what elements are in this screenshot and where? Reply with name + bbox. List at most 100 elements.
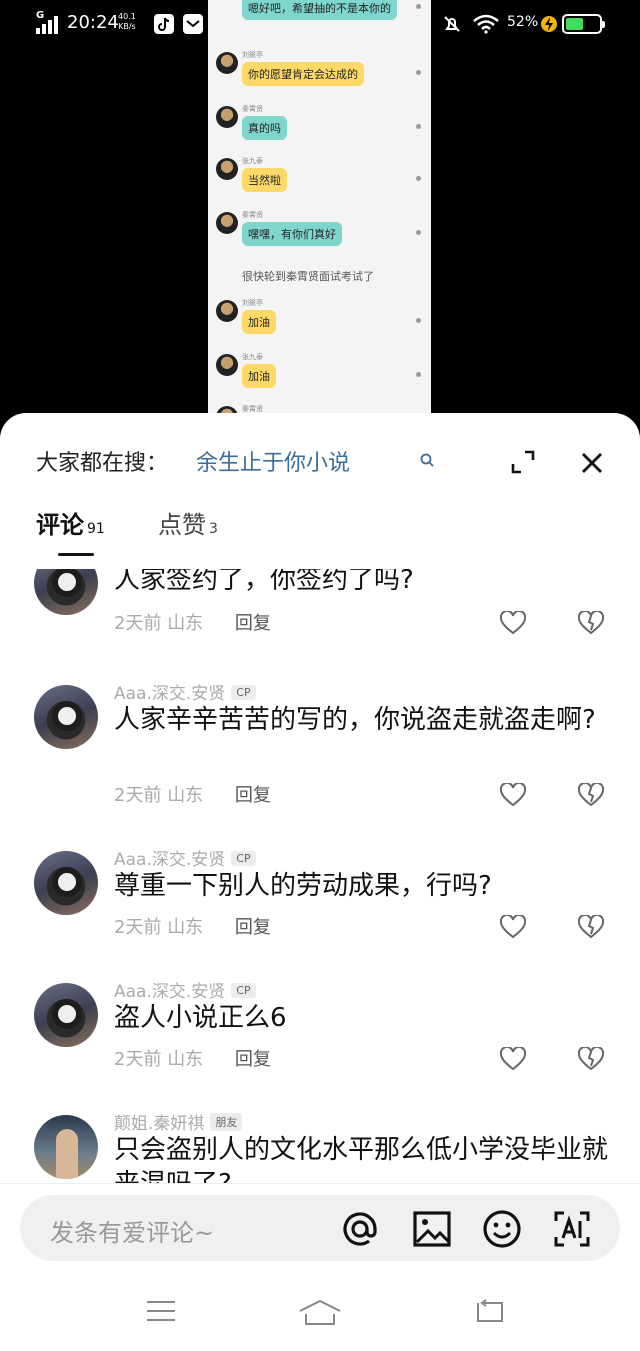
reply-button[interactable]: 回复 bbox=[235, 785, 271, 806]
comment-location: 山东 bbox=[167, 613, 204, 634]
mute-bell-icon bbox=[444, 16, 460, 32]
comment-username[interactable]: Aaa.深交.安贤 CP bbox=[114, 977, 256, 1002]
home-icon[interactable] bbox=[298, 1299, 342, 1327]
comment-meta: 2天前 山东 回复 bbox=[114, 781, 271, 807]
chat-message: 嗯好吧，希望抽的不是本你的 bbox=[208, 0, 431, 26]
comment-username[interactable]: 颠姐.秦妍祺 朋友 bbox=[114, 1109, 243, 1134]
chat-read-dot bbox=[416, 318, 421, 323]
search-icon[interactable] bbox=[420, 453, 434, 467]
divider bbox=[0, 1183, 640, 1184]
friend-badge: 朋友 bbox=[210, 1113, 243, 1131]
chat-bubble: 加油 bbox=[242, 364, 276, 388]
speed-unit: KB/s bbox=[118, 22, 136, 31]
avatar[interactable] bbox=[34, 569, 98, 615]
chat-system-text: 很快轮到秦霄贤面试考试了 bbox=[242, 270, 374, 283]
signal-icon: G bbox=[36, 10, 62, 34]
cp-badge: CP bbox=[231, 983, 256, 998]
heart-icon[interactable] bbox=[500, 611, 526, 635]
chat-read-dot bbox=[416, 124, 421, 129]
broken-heart-icon[interactable] bbox=[578, 1047, 604, 1071]
avatar[interactable] bbox=[34, 983, 98, 1047]
tab-comments[interactable]: 评论 91 bbox=[36, 505, 105, 540]
username-text: Aaa.深交.安贤 bbox=[114, 850, 226, 870]
reply-button[interactable]: 回复 bbox=[235, 917, 271, 938]
comment-text: 盗人小说正么6 bbox=[114, 1003, 287, 1033]
ai-icon[interactable] bbox=[552, 1209, 592, 1249]
comment-time: 2天前 bbox=[114, 1049, 162, 1070]
comment-input-bar[interactable]: 发条有爱评论~ bbox=[20, 1195, 620, 1261]
chat-message: 秦霄贤嘿嘿，有你们真好 bbox=[208, 211, 431, 252]
chat-message: 张九泰 当然啦 bbox=[208, 157, 431, 198]
speed-value: 40.1 bbox=[118, 12, 136, 21]
comment-item: Aaa.深交.安贤 CP 人家辛辛苦苦的写的，你说盗走就盗走啊? 2天前 山东 回… bbox=[0, 679, 640, 844]
chat-bubble: 真的吗 bbox=[242, 116, 287, 140]
chat-avatar bbox=[216, 106, 238, 128]
comment-time: 2天前 bbox=[114, 917, 162, 938]
comment-item: Aaa.深交.安贤 CP 盗人小说正么6 2天前 山东 回复 bbox=[0, 977, 640, 1107]
battery-percent: 52% bbox=[507, 14, 539, 30]
comment-location: 山东 bbox=[167, 917, 204, 938]
comment-item: 人家签约了，你签约了吗? 2天前 山东 回复 bbox=[0, 569, 640, 677]
comment-text: 人家辛辛苦苦的写的，你说盗走就盗走啊? bbox=[114, 705, 596, 735]
reply-button[interactable]: 回复 bbox=[235, 613, 271, 634]
chat-bubble: 嘿嘿，有你们真好 bbox=[242, 222, 342, 246]
chat-avatar bbox=[216, 158, 238, 180]
heart-icon[interactable] bbox=[500, 1047, 526, 1071]
back-icon[interactable] bbox=[472, 1299, 504, 1325]
image-icon[interactable] bbox=[412, 1209, 452, 1249]
comment-input[interactable]: 发条有爱评论~ bbox=[50, 1213, 214, 1248]
comment-list[interactable]: 人家签约了，你签约了吗? 2天前 山东 回复 Aaa.深交.安贤 CP 人家辛辛苦… bbox=[0, 569, 640, 1183]
chat-sender-name: 秦霄贤 bbox=[242, 211, 263, 219]
expand-icon[interactable] bbox=[510, 449, 536, 475]
avatar[interactable] bbox=[34, 851, 98, 915]
search-term-link[interactable]: 余生止于你小说 bbox=[196, 445, 350, 477]
comment-meta: 2天前 山东 回复 bbox=[114, 913, 271, 939]
chat-read-dot bbox=[416, 4, 421, 9]
chat-message: 秦霄贤 真的吗 bbox=[208, 105, 431, 146]
chat-message: 刘筱亭 你的愿望肯定会达成的 bbox=[208, 51, 431, 92]
chat-read-dot bbox=[416, 230, 421, 235]
menu-icon[interactable] bbox=[146, 1299, 176, 1323]
chat-message: 张九泰 加油 bbox=[208, 353, 431, 394]
comment-time: 2天前 bbox=[114, 785, 162, 806]
comment-sheet: 大家都在搜： 余生止于你小说 评论 91 点赞 3 人家签约了，你签约了吗? 2… bbox=[0, 413, 640, 1351]
tiktok-icon bbox=[154, 14, 174, 34]
close-icon[interactable] bbox=[580, 451, 604, 475]
chat-sender-name: 张九泰 bbox=[242, 353, 263, 361]
screen: G 20:24 40.1 KB/s 52% 嗯好吧，希望抽的不是本你的 刘筱亭 … bbox=[0, 0, 640, 1351]
broken-heart-icon[interactable] bbox=[578, 611, 604, 635]
active-tab-indicator bbox=[58, 553, 94, 556]
emoji-icon[interactable] bbox=[482, 1209, 522, 1249]
chat-avatar bbox=[216, 300, 238, 322]
message-app-icon bbox=[183, 14, 203, 34]
chat-read-dot bbox=[416, 70, 421, 75]
chat-avatar bbox=[216, 354, 238, 376]
chat-sender-name: 刘筱亭 bbox=[242, 51, 263, 59]
chat-bubble: 嗯好吧，希望抽的不是本你的 bbox=[242, 0, 397, 20]
chat-avatar bbox=[216, 212, 238, 234]
comment-location: 山东 bbox=[167, 1049, 204, 1070]
chat-avatar bbox=[216, 52, 238, 74]
broken-heart-icon[interactable] bbox=[578, 783, 604, 807]
username-text: Aaa.深交.安贤 bbox=[114, 684, 226, 704]
chat-sender-name: 张九泰 bbox=[242, 157, 263, 165]
heart-icon[interactable] bbox=[500, 783, 526, 807]
broken-heart-icon[interactable] bbox=[578, 915, 604, 939]
avatar[interactable] bbox=[34, 1115, 98, 1179]
tab-likes[interactable]: 点赞 3 bbox=[158, 505, 218, 540]
mention-icon[interactable] bbox=[340, 1209, 380, 1249]
reply-button[interactable]: 回复 bbox=[235, 1049, 271, 1070]
comment-meta: 2天前 山东 回复 bbox=[114, 609, 271, 635]
network-type: G bbox=[36, 10, 45, 21]
cp-badge: CP bbox=[231, 851, 256, 866]
chat-bubble: 当然啦 bbox=[242, 168, 287, 192]
cp-badge: CP bbox=[231, 685, 256, 700]
clock: 20:24 bbox=[67, 12, 119, 33]
avatar[interactable] bbox=[34, 685, 98, 749]
comment-item: Aaa.深交.安贤 CP 尊重一下别人的劳动成果，行吗? 2天前 山东 回复 bbox=[0, 845, 640, 975]
comment-username[interactable]: Aaa.深交.安贤 CP bbox=[114, 679, 256, 704]
comment-username[interactable]: Aaa.深交.安贤 CP bbox=[114, 845, 256, 870]
heart-icon[interactable] bbox=[500, 915, 526, 939]
battery-icon bbox=[562, 14, 605, 34]
username-text: Aaa.深交.安贤 bbox=[114, 982, 226, 1002]
